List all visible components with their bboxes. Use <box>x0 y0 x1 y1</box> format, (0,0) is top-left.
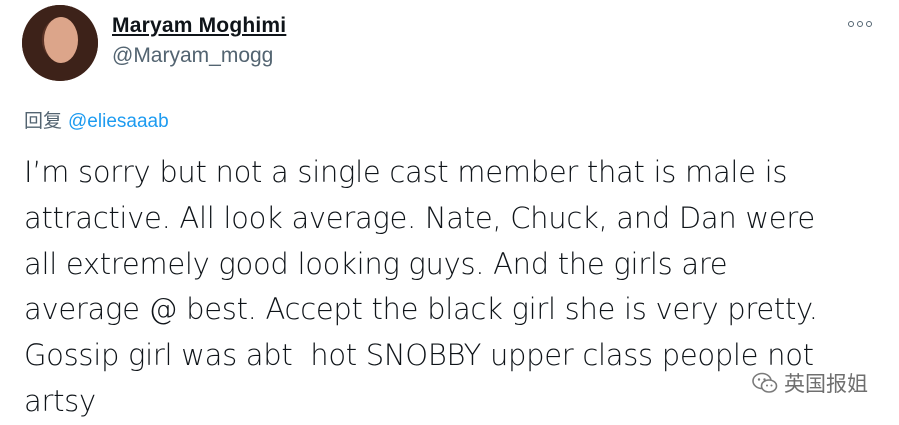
more-options-icon[interactable] <box>846 16 874 32</box>
dot <box>848 21 854 27</box>
dot <box>857 21 863 27</box>
tweet-text-line: all extremely good looking guys. And the… <box>24 246 728 281</box>
avatar[interactable] <box>22 5 98 81</box>
watermark: 英国报姐 <box>752 368 868 398</box>
dot <box>866 21 872 27</box>
display-name[interactable]: Maryam Moghimi <box>112 14 286 38</box>
tweet-text-line: average @ best. Accept the black girl sh… <box>24 292 818 327</box>
reply-mention-link[interactable]: @eliesaaab <box>68 111 169 132</box>
watermark-text: 英国报姐 <box>784 372 868 396</box>
tweet-text-line: attractive. All look average. Nate, Chuc… <box>24 200 815 235</box>
reply-context: 回复 @eliesaaab <box>24 106 169 133</box>
wechat-icon <box>752 372 778 393</box>
tweet-text-line: I’m sorry but not a single cast member t… <box>24 155 788 189</box>
user-handle[interactable]: @Maryam_mogg <box>112 44 273 68</box>
avatar-face <box>44 17 78 63</box>
reply-prefix: 回复 <box>24 111 63 132</box>
